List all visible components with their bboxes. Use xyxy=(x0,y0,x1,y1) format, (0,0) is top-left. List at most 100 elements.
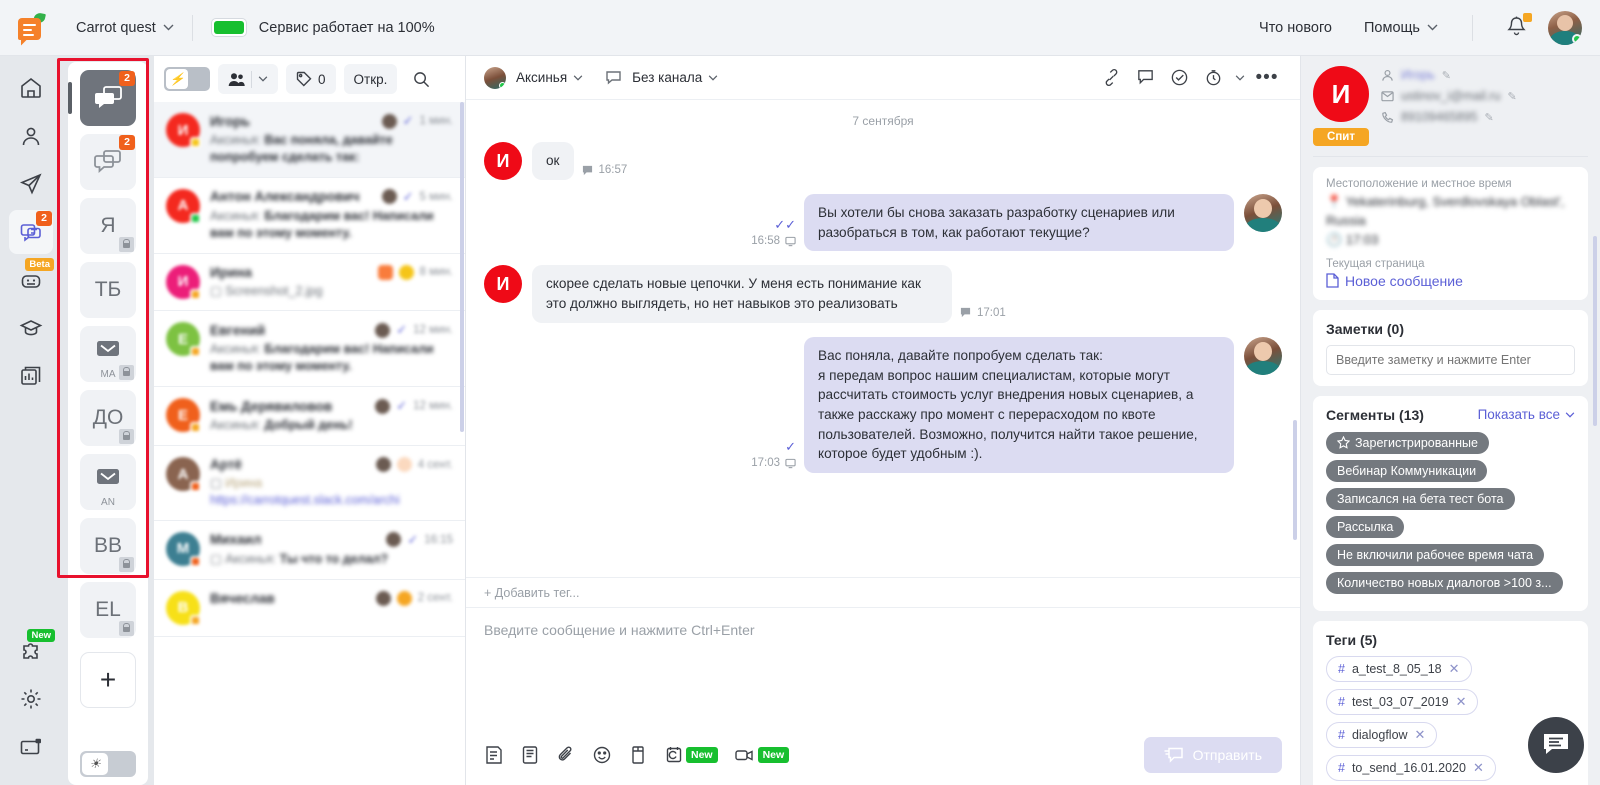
channel-item-all[interactable]: 2 xyxy=(68,70,136,126)
sidebar-item-integrations[interactable]: New xyxy=(9,629,55,673)
assignee-filter[interactable] xyxy=(218,64,278,94)
conversation-name: Евгений xyxy=(210,322,266,338)
avatar[interactable] xyxy=(1548,10,1582,45)
remove-tag-icon[interactable]: ✕ xyxy=(1415,727,1426,743)
emoji-button[interactable] xyxy=(592,745,612,765)
list-item[interactable]: И Ирина 8 мин. ▢ Screenshot_2.jpg xyxy=(154,254,465,312)
add-channel-button[interactable]: + xyxy=(80,652,136,708)
edit-icon[interactable]: ✎ xyxy=(1484,111,1493,124)
resolve-button[interactable] xyxy=(1164,63,1194,93)
assignee-avatar xyxy=(375,457,391,472)
sidebar-item-settings[interactable] xyxy=(9,677,53,721)
segment-chip[interactable]: Количество новых диалогов >100 з... xyxy=(1326,571,1563,594)
segment-chip[interactable]: Вебинар Коммуникации xyxy=(1326,459,1488,482)
add-tag-field[interactable]: + Добавить тег... xyxy=(466,577,1300,607)
contact-panel-scrollbar[interactable] xyxy=(1593,236,1597,426)
assignee-avatar xyxy=(381,189,397,205)
channel-item-yandex[interactable]: Я xyxy=(80,198,136,254)
search-button[interactable] xyxy=(405,64,437,94)
conversation-time: 12 мин. xyxy=(413,324,453,337)
sidebar-item-analytics[interactable] xyxy=(9,354,53,398)
message-thread[interactable]: 7 сентября И ок 16:57 ✓✓ 16:58 Вы хотели… xyxy=(466,100,1300,577)
current-page-link[interactable]: Новое сообщение xyxy=(1326,273,1575,289)
project-selector[interactable]: Carrot quest xyxy=(76,20,174,36)
composer-toolbar: New New Отправить xyxy=(484,737,1282,773)
sidebar-item-conversations[interactable]: 2 xyxy=(9,210,53,254)
list-item[interactable]: Е Емь Дерявиловов ✓ 12 мин. Аксинья: Доб… xyxy=(154,387,465,446)
segment-chip[interactable]: Рассылка xyxy=(1326,515,1405,538)
remove-tag-icon[interactable]: ✕ xyxy=(1449,661,1460,677)
channel-item-vv[interactable]: ВВ xyxy=(80,518,136,574)
conversation-name: Артё xyxy=(210,457,242,472)
desktop-icon xyxy=(785,236,796,247)
conversation-list[interactable]: И Игорь ✓ 1 мин. Аксинья: Вас поняла, да… xyxy=(154,102,465,785)
segment-chip[interactable]: Зарегистрированные xyxy=(1326,431,1489,454)
sidebar-item-bot[interactable]: Beta xyxy=(9,258,54,302)
contact-phone: 89109465895 xyxy=(1401,110,1478,124)
conversation-name: Ирина xyxy=(210,264,252,280)
segment-chip[interactable]: Не включили рабочее время чата xyxy=(1326,543,1545,566)
attachment-button[interactable] xyxy=(556,745,576,765)
add-note-button[interactable] xyxy=(1130,63,1160,93)
article-button[interactable] xyxy=(628,745,648,765)
saved-reply-button[interactable] xyxy=(484,745,504,765)
edit-icon[interactable]: ✎ xyxy=(1442,69,1451,82)
channel-item-an[interactable]: AN xyxy=(80,454,136,510)
list-item[interactable]: Е Евгений ✓ 12 мин. Аксинья: Благодарим … xyxy=(154,311,465,388)
status-filter[interactable]: Откр. xyxy=(343,64,398,94)
tag-chip[interactable]: # a_test_8_05_18 ✕ xyxy=(1326,655,1472,682)
send-button[interactable]: Отправить xyxy=(1143,737,1282,773)
remove-tag-icon[interactable]: ✕ xyxy=(1473,760,1484,776)
chat-scrollbar[interactable] xyxy=(1293,420,1297,540)
channel-item-chat[interactable]: 2 xyxy=(80,134,136,190)
contact-name-field[interactable]: Игорь ✎ xyxy=(1381,68,1588,82)
message-input[interactable]: Введите сообщение и нажмите Ctrl+Enter xyxy=(484,622,1282,638)
messenger-fab-button[interactable] xyxy=(1528,717,1584,773)
channel-selector[interactable]: Без канала xyxy=(632,70,718,85)
sidebar-item-academy[interactable] xyxy=(9,306,53,350)
list-item[interactable]: И Игорь ✓ 1 мин. Аксинья: Вас поняла, да… xyxy=(154,102,465,178)
assignee-selector[interactable]: Аксинья xyxy=(516,70,583,85)
help-menu[interactable]: Помощь xyxy=(1348,20,1454,36)
notifications-button[interactable] xyxy=(1491,12,1542,40)
whats-new-link[interactable]: Что нового xyxy=(1243,20,1348,36)
segment-chip[interactable]: Записался на бета тест бота xyxy=(1326,487,1515,510)
note-input[interactable] xyxy=(1326,344,1575,375)
channel-item-el[interactable]: EL xyxy=(80,582,136,638)
list-item[interactable]: М Михаил ✓ 16:15 ▢ Аксинья: Ты что то де… xyxy=(154,521,465,580)
sidebar-item-messages[interactable] xyxy=(9,162,53,206)
lightning-toggle[interactable]: ⚡ xyxy=(164,67,210,91)
more-button[interactable]: ••• xyxy=(1252,63,1282,93)
sidebar-item-home[interactable] xyxy=(9,66,53,110)
edit-icon[interactable]: ✎ xyxy=(1508,90,1517,103)
knowledge-base-button[interactable] xyxy=(520,745,540,765)
channel-item-ma[interactable]: МА xyxy=(80,326,136,382)
contact-phone-field[interactable]: 89109465895 ✎ xyxy=(1381,110,1588,124)
sidebar-item-billing[interactable] xyxy=(9,725,53,769)
copy-link-button[interactable] xyxy=(1096,63,1126,93)
snooze-button[interactable] xyxy=(1198,63,1228,93)
list-item[interactable]: В Вячеслав 2 сент. xyxy=(154,580,465,637)
tag-chip[interactable]: # test_03_07_2019 ✕ xyxy=(1326,688,1479,715)
video-button[interactable]: New xyxy=(734,745,790,765)
list-item[interactable]: А Артё 4 сент. ▢ Ирина https://carrotques… xyxy=(154,446,465,521)
emoji-reaction-icon xyxy=(398,264,414,280)
calendar-button[interactable]: New xyxy=(664,745,718,765)
divider xyxy=(191,14,193,41)
channel-item-tb[interactable]: ТБ xyxy=(80,262,136,318)
remove-tag-icon[interactable]: ✕ xyxy=(1456,694,1467,710)
contact-email-field[interactable]: ustinov_i@mail.ru ✎ xyxy=(1381,89,1588,103)
sidebar-item-users[interactable] xyxy=(9,114,53,158)
bot-icon xyxy=(21,275,41,288)
tag-chip[interactable]: # to_send_16.01.2020 ✕ xyxy=(1326,754,1496,781)
conversation-scrollbar[interactable] xyxy=(460,102,464,432)
tag-chip[interactable]: # dialogflow ✕ xyxy=(1326,721,1438,748)
assignee-avatar xyxy=(375,398,391,414)
avatar: А xyxy=(166,457,201,492)
list-item[interactable]: А Антон Александрович ✓ 5 мин. Аксинья: … xyxy=(154,178,465,254)
segments-show-all[interactable]: Показать все xyxy=(1478,407,1575,422)
theme-toggle[interactable]: ☀ xyxy=(80,751,136,777)
snooze-dropdown[interactable] xyxy=(1232,63,1248,93)
tag-filter[interactable]: 0 xyxy=(286,64,336,94)
channel-item-do[interactable]: ДО xyxy=(80,390,136,446)
